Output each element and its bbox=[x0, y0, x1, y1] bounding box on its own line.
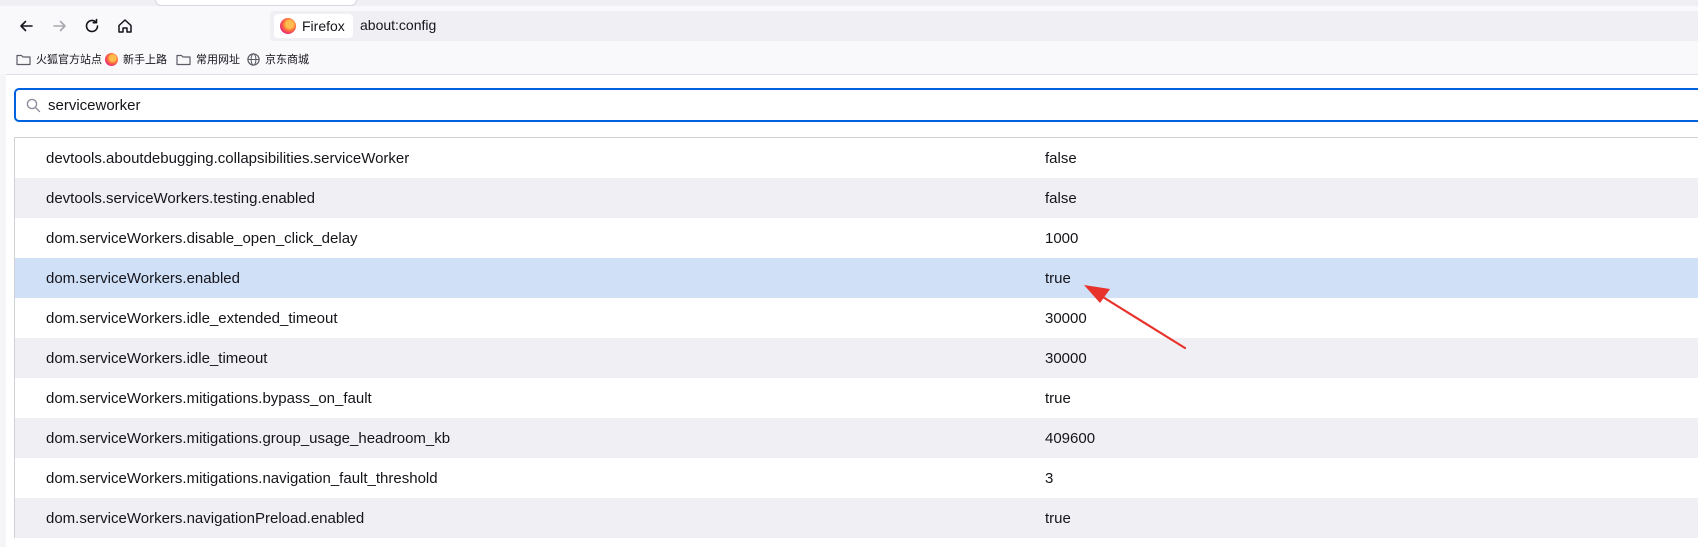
bookmarks-toolbar: 火狐官方站点 新手上路 常用网址 京东商城 bbox=[0, 44, 1698, 75]
pref-value[interactable]: true bbox=[1045, 270, 1071, 287]
pref-row-selected[interactable]: dom.serviceWorkers.enabled true bbox=[15, 258, 1698, 298]
bookmark-item[interactable]: 新手上路 bbox=[105, 51, 167, 67]
pref-row[interactable]: dom.serviceWorkers.idle_timeout 30000 bbox=[15, 338, 1698, 378]
pref-value[interactable]: 1000 bbox=[1045, 230, 1078, 247]
pref-name: dom.serviceWorkers.navigationPreload.ena… bbox=[46, 510, 365, 527]
pref-value[interactable]: 30000 bbox=[1045, 350, 1087, 367]
pref-row[interactable]: devtools.serviceWorkers.testing.enabled … bbox=[15, 178, 1698, 218]
folder-icon bbox=[176, 54, 191, 65]
search-icon bbox=[26, 98, 41, 113]
search-value: serviceworker bbox=[48, 97, 141, 114]
identity-box[interactable]: Firefox bbox=[274, 14, 353, 38]
pref-name: devtools.serviceWorkers.testing.enabled bbox=[46, 190, 316, 207]
pref-search-input[interactable]: serviceworker bbox=[14, 88, 1698, 122]
forward-button[interactable] bbox=[46, 12, 74, 40]
firefox-logo-icon bbox=[105, 52, 118, 66]
left-window-edge bbox=[0, 74, 6, 547]
pref-value[interactable]: false bbox=[1045, 150, 1077, 167]
pref-row[interactable]: dom.serviceWorkers.mitigations.navigatio… bbox=[15, 458, 1698, 498]
identity-label: Firefox bbox=[302, 18, 345, 34]
pref-name: dom.serviceWorkers.mitigations.navigatio… bbox=[46, 470, 438, 487]
bookmark-label: 新手上路 bbox=[123, 54, 167, 66]
pref-row[interactable]: dom.serviceWorkers.navigationPreload.ena… bbox=[15, 498, 1698, 538]
reload-icon bbox=[85, 18, 99, 33]
home-button[interactable] bbox=[111, 12, 139, 40]
pref-name: dom.serviceWorkers.enabled bbox=[46, 270, 240, 287]
reload-button[interactable] bbox=[78, 12, 106, 40]
home-icon bbox=[118, 19, 132, 33]
pref-row[interactable]: dom.serviceWorkers.mitigations.group_usa… bbox=[15, 418, 1698, 458]
bookmark-label: 火狐官方站点 bbox=[36, 54, 102, 66]
pref-value[interactable]: true bbox=[1045, 390, 1071, 407]
pref-name: devtools.aboutdebugging.collapsibilities… bbox=[46, 150, 410, 167]
bookmark-item[interactable]: 京东商城 bbox=[247, 51, 309, 67]
pref-name: dom.serviceWorkers.idle_extended_timeout bbox=[46, 310, 338, 327]
prefs-table: devtools.aboutdebugging.collapsibilities… bbox=[14, 137, 1698, 538]
bookmark-item[interactable]: 火狐官方站点 bbox=[16, 51, 102, 67]
bookmark-item[interactable]: 常用网址 bbox=[176, 51, 240, 67]
globe-icon bbox=[247, 52, 260, 66]
pref-name: dom.serviceWorkers.mitigations.group_usa… bbox=[46, 430, 451, 447]
url-bar[interactable]: Firefox about:config bbox=[270, 11, 1698, 41]
pref-value[interactable]: 30000 bbox=[1045, 310, 1087, 327]
pref-row[interactable]: dom.serviceWorkers.disable_open_click_de… bbox=[15, 218, 1698, 258]
pref-value[interactable]: false bbox=[1045, 190, 1077, 207]
folder-icon bbox=[16, 54, 31, 65]
pref-value[interactable]: 409600 bbox=[1045, 430, 1095, 447]
pref-name: dom.serviceWorkers.mitigations.bypass_on… bbox=[46, 390, 372, 407]
navigation-toolbar: Firefox about:config bbox=[0, 6, 1698, 44]
back-icon bbox=[20, 20, 33, 32]
bookmark-label: 常用网址 bbox=[196, 54, 240, 66]
forward-icon bbox=[53, 20, 66, 32]
pref-value[interactable]: true bbox=[1045, 510, 1071, 527]
pref-name: dom.serviceWorkers.idle_timeout bbox=[46, 350, 268, 367]
pref-row[interactable]: dom.serviceWorkers.mitigations.bypass_on… bbox=[15, 378, 1698, 418]
pref-name: dom.serviceWorkers.disable_open_click_de… bbox=[46, 230, 358, 247]
pref-value[interactable]: 3 bbox=[1045, 470, 1053, 487]
pref-row[interactable]: dom.serviceWorkers.idle_extended_timeout… bbox=[15, 298, 1698, 338]
bookmark-label: 京东商城 bbox=[265, 54, 309, 66]
pref-row[interactable]: devtools.aboutdebugging.collapsibilities… bbox=[15, 138, 1698, 178]
back-button[interactable] bbox=[12, 12, 40, 40]
firefox-logo-icon bbox=[280, 18, 296, 34]
url-text[interactable]: about:config bbox=[360, 17, 436, 33]
